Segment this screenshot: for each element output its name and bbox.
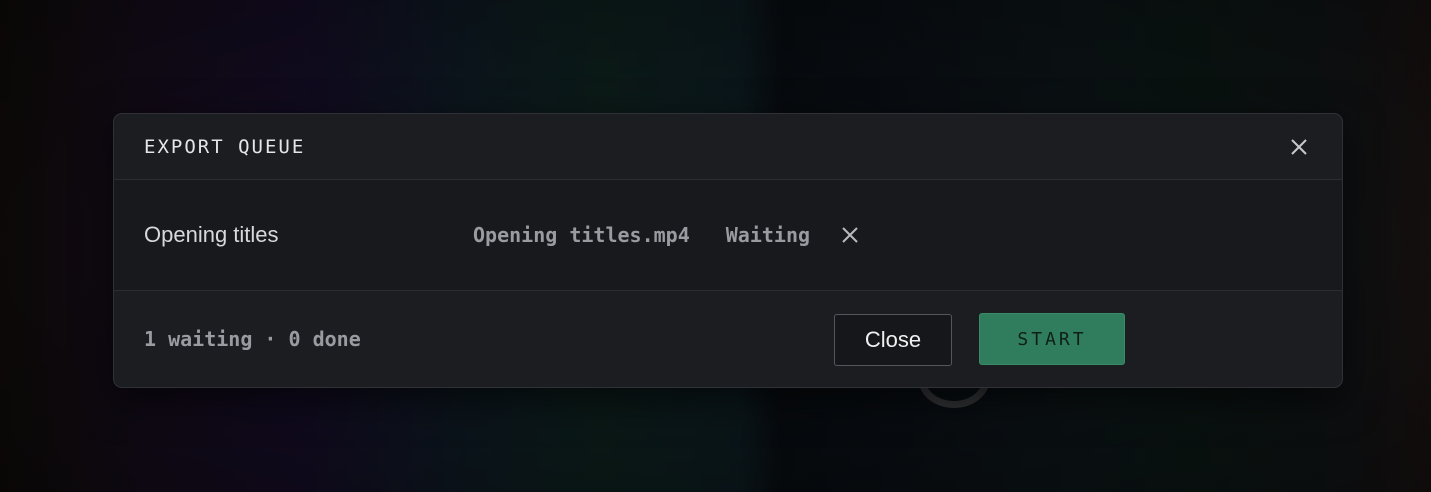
- queue-item-name: Opening titles: [144, 222, 279, 247]
- start-button[interactable]: START: [979, 313, 1125, 365]
- close-icon: [1291, 138, 1307, 155]
- queue-item-remove-button[interactable]: [838, 223, 862, 247]
- export-queue-dialog: EXPORT QUEUE Opening titles Opening titl…: [113, 113, 1343, 388]
- dialog-close-button[interactable]: [1286, 134, 1312, 160]
- dialog-footer: 1 waiting · 0 done Close START: [114, 291, 1342, 387]
- queue-item-status: Waiting: [725, 223, 811, 247]
- close-icon: [842, 227, 858, 243]
- queue-item-filename: Opening titles.mp4: [473, 223, 690, 247]
- dialog-title: EXPORT QUEUE: [144, 135, 306, 158]
- queue-summary: 1 waiting · 0 done: [144, 327, 361, 351]
- dialog-header: EXPORT QUEUE: [114, 114, 1342, 180]
- queue-item: Opening titles Opening titles.mp4 Waitin…: [114, 180, 1342, 291]
- close-button[interactable]: Close: [834, 314, 952, 366]
